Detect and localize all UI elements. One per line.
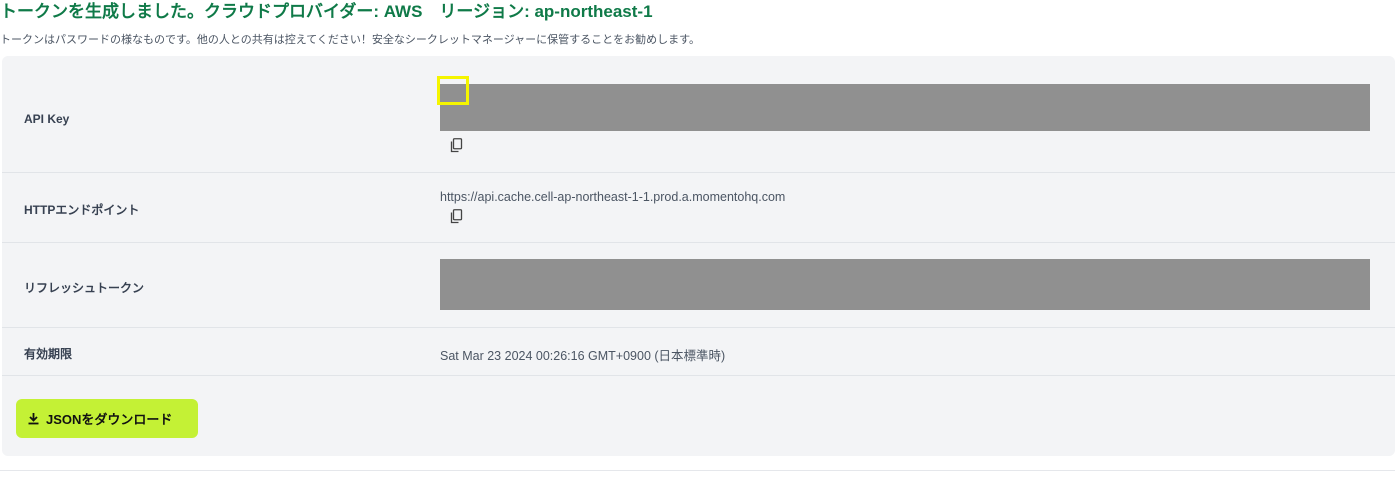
expiry-label: 有効期限 — [24, 347, 73, 361]
http-endpoint-value: https://api.cache.cell-ap-northeast-1-1.… — [440, 190, 786, 204]
copy-button-highlight — [437, 76, 469, 105]
refresh-token-value-redacted — [440, 259, 1370, 310]
refresh-token-label: リフレッシュトークン — [24, 281, 145, 295]
copy-api-key-button[interactable] — [447, 136, 465, 154]
http-endpoint-row: HTTPエンドポイント https://api.cache.cell-ap-no… — [2, 173, 1395, 243]
download-json-label: JSONをダウンロード — [46, 412, 173, 427]
download-icon — [26, 412, 40, 426]
copy-icon — [450, 137, 463, 152]
api-key-row: API Key — [2, 56, 1395, 173]
page-title: トークンを生成しました。クラウドプロバイダー: AWS リージョン: ap-no… — [0, 2, 653, 21]
copy-http-endpoint-button[interactable] — [447, 207, 465, 225]
download-json-button[interactable]: JSONをダウンロード — [16, 399, 198, 438]
token-details-panel: API Key HTTPエンドポイント https://api.cache.ce… — [2, 56, 1395, 456]
http-endpoint-label: HTTPエンドポイント — [24, 203, 140, 217]
expiry-row: 有効期限 Sat Mar 23 2024 00:26:16 GMT+0900 (… — [2, 328, 1395, 376]
api-key-label: API Key — [24, 112, 70, 126]
copy-icon — [450, 208, 463, 223]
refresh-token-row: リフレッシュトークン — [2, 243, 1395, 328]
security-notice: トークンはパスワードの様なものです。他の人との共有は控えてください！安全なシーク… — [0, 34, 701, 46]
api-key-value-redacted — [440, 84, 1370, 131]
bottom-divider — [0, 470, 1395, 471]
expiry-value: Sat Mar 23 2024 00:26:16 GMT+0900 (日本標準時… — [440, 349, 726, 363]
